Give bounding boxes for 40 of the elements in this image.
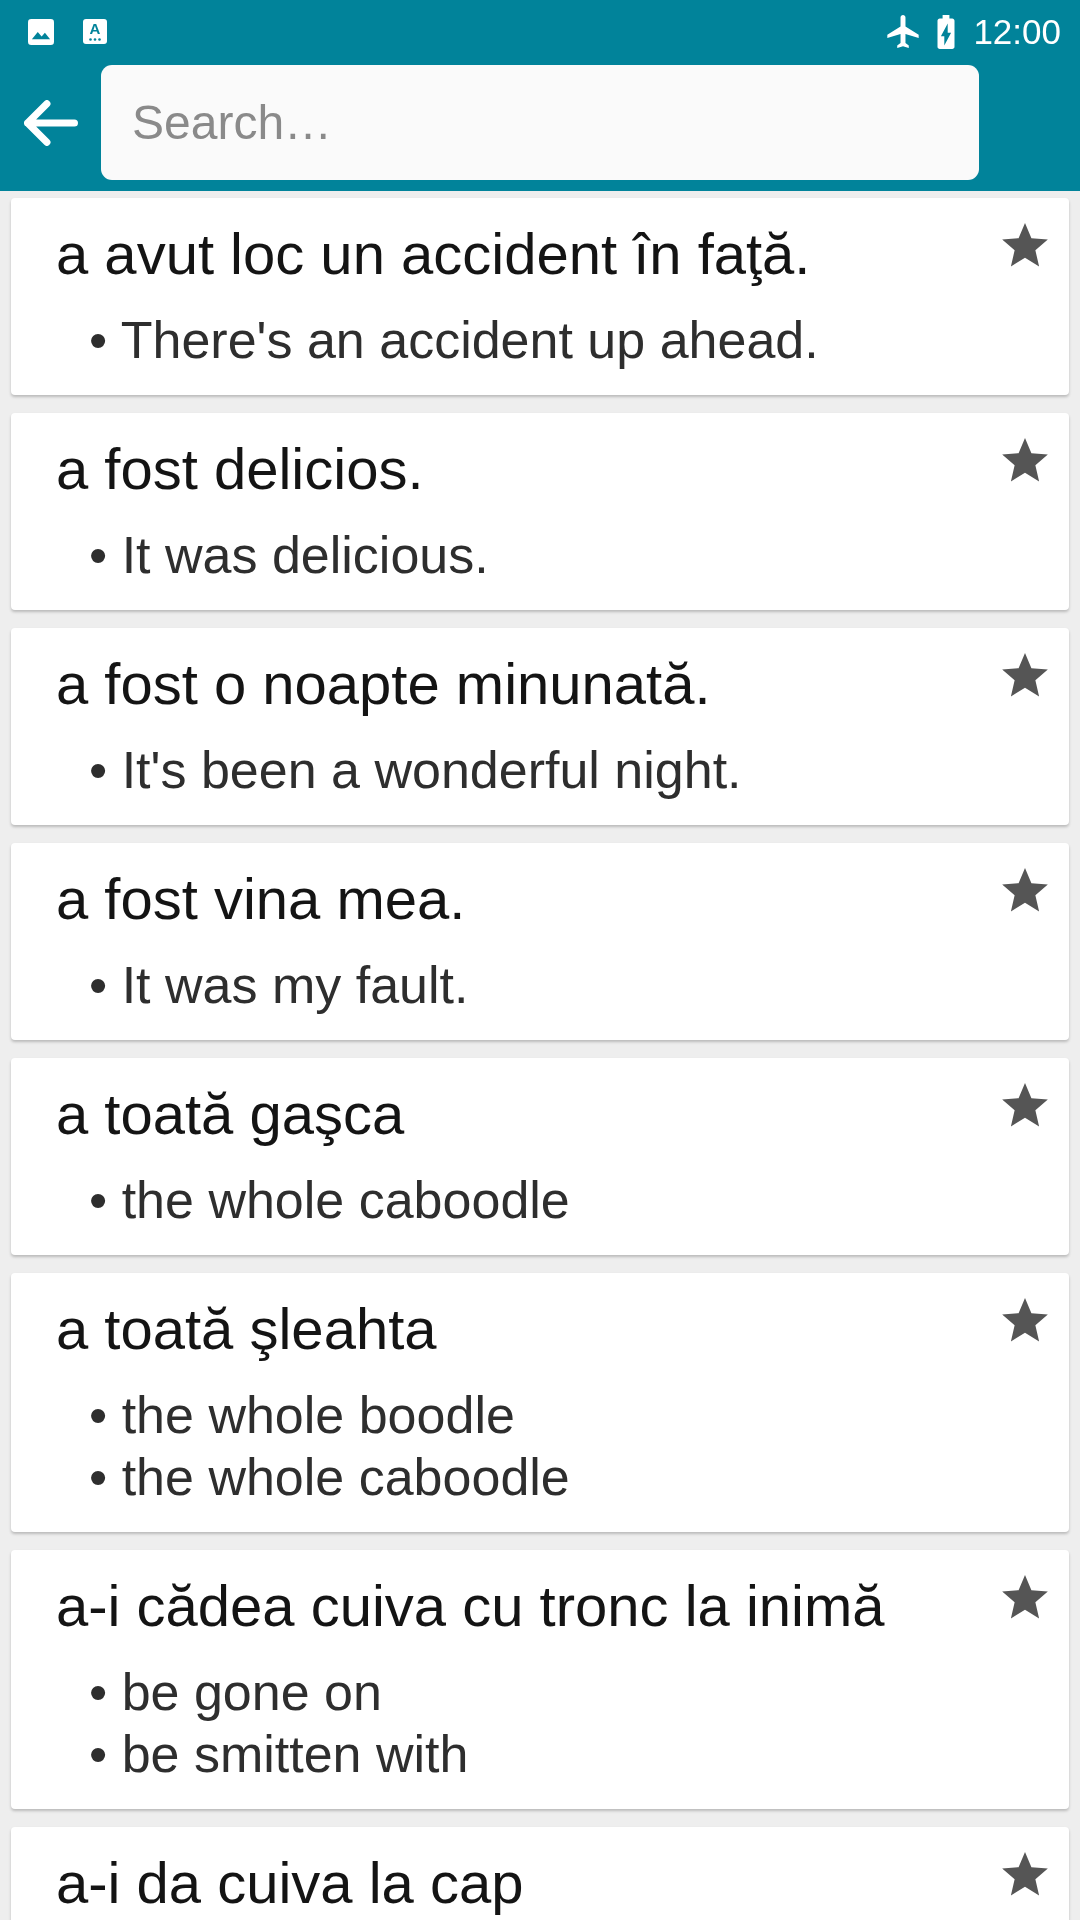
star-icon[interactable] (1002, 653, 1048, 697)
translation-text: • be gone on (89, 1662, 383, 1723)
phrase-text: a fost o noapte minunată. (56, 650, 712, 718)
phrase-text: a fost vina mea. (56, 865, 467, 933)
translation-text: • the whole caboodle (89, 1447, 571, 1508)
phrase-text: a toată gaşca (56, 1080, 406, 1148)
translation-text: • There's an accident up ahead. (89, 310, 820, 371)
phrase-card[interactable]: a-i cădea cuiva cu tronc la inimă • be gone on • be smitten with (11, 1550, 1069, 1809)
clock-time: 12:00 (973, 11, 1061, 52)
back-arrow-icon[interactable] (24, 99, 78, 146)
star-icon[interactable] (1002, 438, 1048, 482)
phrase-card[interactable]: a fost o noapte minunată. • It's been a wonderful night. (11, 628, 1069, 825)
airplane-icon (887, 15, 920, 48)
image-icon (28, 18, 54, 45)
phrase-text: a-i da cuiva la cap (56, 1849, 525, 1917)
star-icon[interactable] (1002, 1083, 1048, 1127)
star-icon[interactable] (1002, 223, 1048, 267)
translation-text: • It was my fault. (89, 955, 470, 1016)
phrase-card[interactable]: a toată şleahta • the whole boodle • the whole caboodle (11, 1273, 1069, 1532)
translation-text: • the whole caboodle (89, 1170, 571, 1231)
star-icon[interactable] (1002, 1852, 1048, 1896)
star-icon[interactable] (1002, 1575, 1048, 1619)
translation-text: • It's been a wonderful night. (89, 740, 743, 801)
phrase-card[interactable]: a fost vina mea. • It was my fault. (11, 843, 1069, 1040)
phrase-text: a-i cădea cuiva cu tronc la inimă (56, 1572, 886, 1640)
translation-text: • be smitten with (89, 1724, 470, 1785)
star-icon[interactable] (1002, 868, 1048, 912)
phrase-card[interactable]: a-i da cuiva la cap (11, 1827, 1069, 1920)
phrase-card[interactable]: a fost delicios. • It was delicious. (11, 413, 1069, 610)
app-icon: A (83, 19, 107, 44)
search-field[interactable]: Search… (101, 65, 979, 180)
translation-text: • the whole boodle (89, 1385, 516, 1446)
battery-charging-icon (937, 14, 956, 49)
translation-text: • It was delicious. (89, 525, 490, 586)
phrase-text: a avut loc un accident în faţă. (56, 220, 812, 288)
phrase-card[interactable]: a avut loc un accident în faţă. • There's an accident up ahead. (11, 198, 1069, 395)
star-icon[interactable] (1002, 1298, 1048, 1342)
phrase-text: a toată şleahta (56, 1295, 438, 1363)
phrase-card[interactable]: a toată gaşca • the whole caboodle (11, 1058, 1069, 1255)
phrase-text: a fost delicios. (56, 435, 425, 503)
